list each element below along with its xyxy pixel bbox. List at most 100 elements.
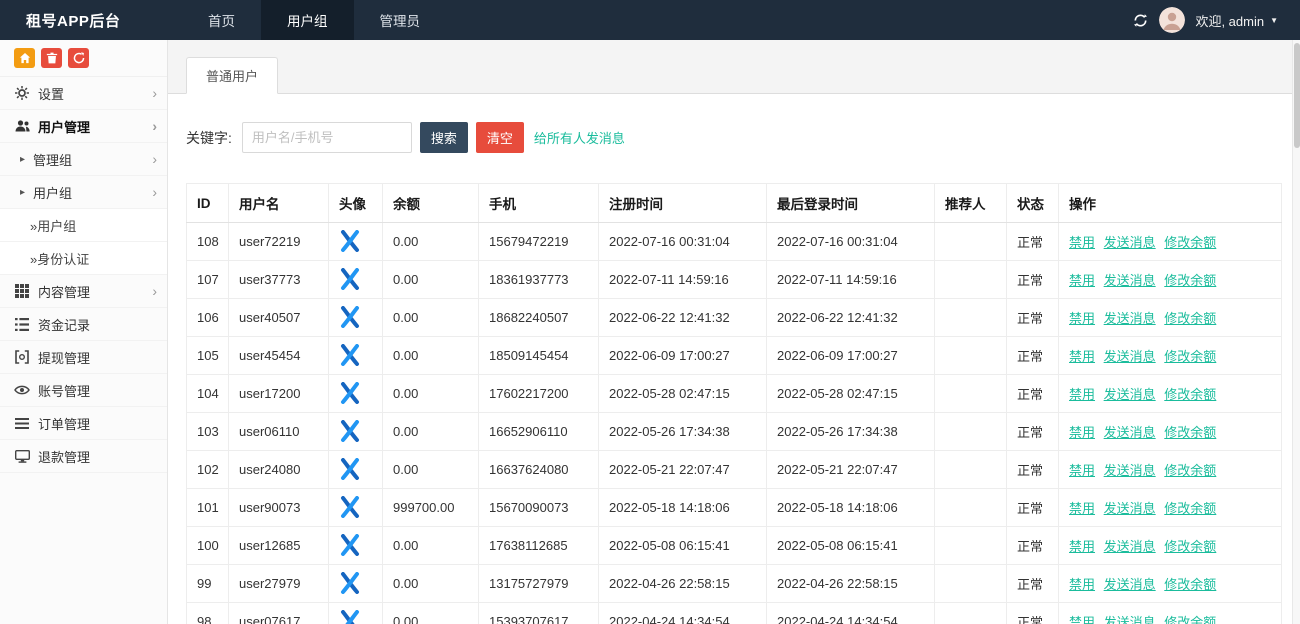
modify-balance-link[interactable]: 修改余额 [1164, 235, 1216, 250]
status-badge: 正常 [1007, 603, 1059, 624]
cell-phone: 15679472219 [479, 223, 599, 261]
refresh-button[interactable] [68, 48, 89, 68]
modify-balance-link[interactable]: 修改余额 [1164, 425, 1216, 440]
disable-link[interactable]: 禁用 [1069, 577, 1095, 592]
monitor-icon [14, 450, 30, 463]
disable-link[interactable]: 禁用 [1069, 349, 1095, 364]
cell-actions: 禁用 发送消息 修改余额 [1059, 527, 1282, 565]
sidebar-item-settings[interactable]: 设置 › [0, 77, 167, 110]
disable-link[interactable]: 禁用 [1069, 425, 1095, 440]
sync-refresh-icon[interactable] [1132, 12, 1149, 29]
send-message-link[interactable]: 发送消息 [1104, 311, 1156, 326]
send-message-link[interactable]: 发送消息 [1104, 349, 1156, 364]
send-message-link[interactable]: 发送消息 [1104, 577, 1156, 592]
sidebar-item-user-group[interactable]: ▸ 用户组 › [0, 176, 167, 209]
scrollbar-thumb[interactable] [1294, 43, 1300, 148]
disable-link[interactable]: 禁用 [1069, 463, 1095, 478]
cell-id: 107 [187, 261, 229, 299]
status-badge: 正常 [1007, 489, 1059, 527]
broadcast-all-link[interactable]: 给所有人发消息 [534, 128, 625, 147]
tab-normal-users[interactable]: 普通用户 [186, 57, 278, 94]
caret-down-icon[interactable]: ▼ [1270, 16, 1278, 25]
disable-link[interactable]: 禁用 [1069, 615, 1095, 624]
status-badge: 正常 [1007, 565, 1059, 603]
user-avatar-icon [339, 278, 361, 293]
disable-link[interactable]: 禁用 [1069, 235, 1095, 250]
send-message-link[interactable]: 发送消息 [1104, 273, 1156, 288]
disable-link[interactable]: 禁用 [1069, 387, 1095, 402]
modify-balance-link[interactable]: 修改余额 [1164, 501, 1216, 516]
cell-last-login: 2022-04-24 14:34:54 [767, 603, 935, 624]
modify-balance-link[interactable]: 修改余额 [1164, 615, 1216, 624]
sidebar-item-identity-verification[interactable]: »身份认证 [0, 242, 167, 275]
disable-link[interactable]: 禁用 [1069, 501, 1095, 516]
search-button[interactable]: 搜索 [420, 122, 468, 153]
user-avatar[interactable] [1159, 7, 1185, 33]
modify-balance-link[interactable]: 修改余额 [1164, 539, 1216, 554]
cell-referrer [935, 223, 1007, 261]
send-message-link[interactable]: 发送消息 [1104, 235, 1156, 250]
grid-icon [14, 284, 30, 298]
modify-balance-link[interactable]: 修改余额 [1164, 577, 1216, 592]
modify-balance-link[interactable]: 修改余额 [1164, 311, 1216, 326]
cell-phone: 18682240507 [479, 299, 599, 337]
sidebar-item-fund-records[interactable]: 资金记录 [0, 308, 167, 341]
clear-button[interactable]: 清空 [476, 122, 524, 153]
table-header-row: ID 用户名 头像 余额 手机 注册时间 最后登录时间 推荐人 状态 操作 [187, 184, 1282, 223]
navbar-right: 欢迎, admin ▼ [1132, 0, 1300, 40]
send-message-link[interactable]: 发送消息 [1104, 425, 1156, 440]
table-row: 105 user45454 0.00 18509145454 2022-06-0… [187, 337, 1282, 375]
modify-balance-link[interactable]: 修改余额 [1164, 387, 1216, 402]
user-avatar-icon [339, 430, 361, 445]
sidebar-item-order-management[interactable]: 订单管理 [0, 407, 167, 440]
vertical-scrollbar[interactable] [1292, 40, 1300, 624]
cell-phone: 15670090073 [479, 489, 599, 527]
caret-right-icon: ▸ [20, 154, 25, 165]
send-message-link[interactable]: 发送消息 [1104, 615, 1156, 624]
send-message-link[interactable]: 发送消息 [1104, 463, 1156, 478]
cell-last-login: 2022-06-22 12:41:32 [767, 299, 935, 337]
sidebar-item-label: 内容管理 [38, 282, 90, 301]
cell-actions: 禁用 发送消息 修改余额 [1059, 223, 1282, 261]
welcome-text[interactable]: 欢迎, admin [1195, 11, 1264, 30]
search-bar: 关键字: 搜索 清空 给所有人发消息 [186, 122, 1282, 153]
cell-phone: 13175727979 [479, 565, 599, 603]
send-message-link[interactable]: 发送消息 [1104, 501, 1156, 516]
cell-register-time: 2022-04-26 22:58:15 [599, 565, 767, 603]
sidebar-item-admin-group[interactable]: ▸ 管理组 › [0, 143, 167, 176]
keyword-input[interactable] [242, 122, 412, 153]
disable-link[interactable]: 禁用 [1069, 539, 1095, 554]
cell-id: 103 [187, 413, 229, 451]
nav-item-user-groups[interactable]: 用户组 [261, 0, 354, 40]
trash-button[interactable] [41, 48, 62, 68]
sidebar-item-user-group-list[interactable]: »用户组 [0, 209, 167, 242]
keyword-label: 关键字: [186, 128, 232, 148]
sidebar-item-refund-management[interactable]: 退款管理 [0, 440, 167, 473]
home-button[interactable] [14, 48, 35, 68]
cell-phone: 18509145454 [479, 337, 599, 375]
cell-register-time: 2022-06-22 12:41:32 [599, 299, 767, 337]
sidebar-item-user-management[interactable]: 用户管理 › [0, 110, 167, 143]
sidebar-quick-buttons [0, 40, 167, 77]
send-message-link[interactable]: 发送消息 [1104, 539, 1156, 554]
modify-balance-link[interactable]: 修改余额 [1164, 463, 1216, 478]
send-message-link[interactable]: 发送消息 [1104, 387, 1156, 402]
cell-actions: 禁用 发送消息 修改余额 [1059, 261, 1282, 299]
sidebar-item-content-management[interactable]: 内容管理 › [0, 275, 167, 308]
home-icon [19, 52, 31, 64]
modify-balance-link[interactable]: 修改余额 [1164, 349, 1216, 364]
sidebar-item-label: 账号管理 [38, 381, 90, 400]
nav-item-admins[interactable]: 管理员 [354, 0, 447, 40]
nav-item-home[interactable]: 首页 [182, 0, 261, 40]
content-card: 关键字: 搜索 清空 给所有人发消息 ID [168, 94, 1300, 624]
disable-link[interactable]: 禁用 [1069, 311, 1095, 326]
header-id: ID [187, 184, 229, 223]
sidebar-item-withdrawal-management[interactable]: 提现管理 [0, 341, 167, 374]
modify-balance-link[interactable]: 修改余额 [1164, 273, 1216, 288]
sidebar-item-account-management[interactable]: 账号管理 [0, 374, 167, 407]
cell-register-time: 2022-04-24 14:34:54 [599, 603, 767, 624]
cell-phone: 17638112685 [479, 527, 599, 565]
caret-right-icon: ▸ [20, 187, 25, 198]
cell-id: 104 [187, 375, 229, 413]
disable-link[interactable]: 禁用 [1069, 273, 1095, 288]
